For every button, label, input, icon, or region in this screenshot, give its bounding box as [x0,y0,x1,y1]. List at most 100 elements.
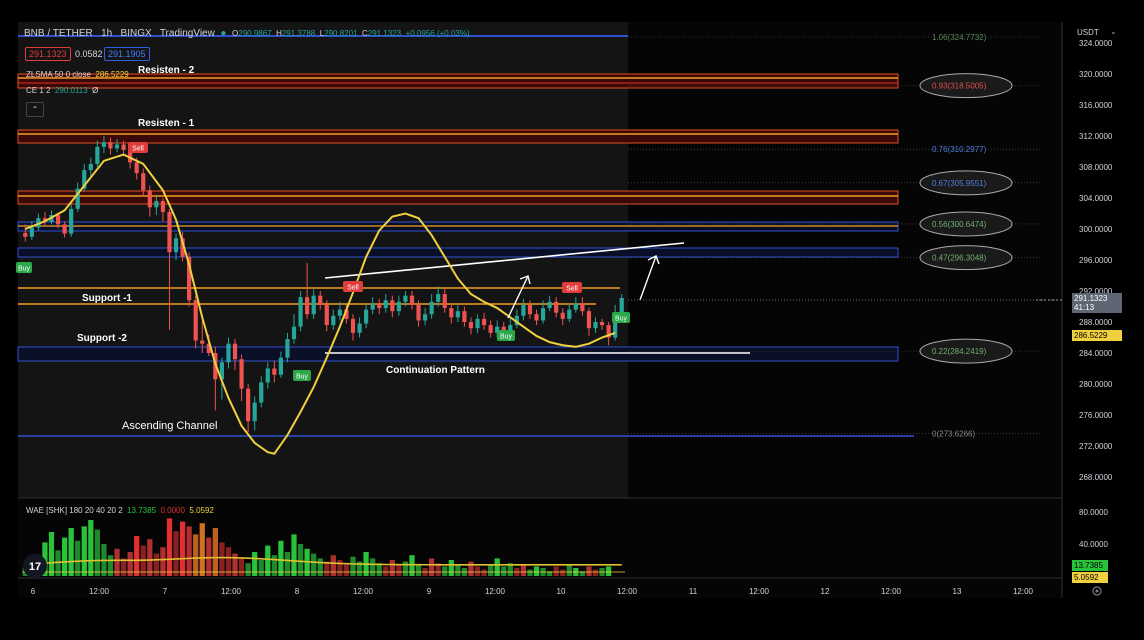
candle-body [357,323,362,333]
candle-body [265,368,270,383]
time-tick-label: 12:00 [485,587,506,596]
candle-body [114,144,120,149]
candle-body [95,146,100,164]
wae-bar [153,553,159,576]
sell-marker: Sell [562,282,582,293]
fib-level-label: 0.56(300.6474) [932,220,987,229]
open-value: 290.9867 [238,29,272,38]
wae-bar [252,552,258,576]
wae-bar [586,566,592,576]
wae-bar [330,555,336,576]
symbol-title[interactable]: BNB / TETHER [24,28,93,39]
wae-bar [520,564,527,576]
candle-body [580,303,585,312]
buy-price-box[interactable]: 291.1905 [104,47,150,61]
time-tick-label: 12:00 [353,587,374,596]
wae-bar [566,564,572,576]
wae-bar [448,560,454,576]
wae-tag-2: 5.0592 [1072,572,1108,583]
time-tick-label: 12:00 [1013,587,1034,596]
candle-body [160,201,166,212]
candle-body [449,308,454,318]
candle-body [390,300,395,312]
sell-marker: Sell [343,281,363,292]
candle-body [324,304,329,326]
price-tick-label: 312.0000 [1079,132,1113,141]
fib-level-label: 0.76(310.2977) [932,145,987,154]
wae-bar [291,534,297,576]
candle-body [108,142,113,149]
candle-body [586,311,592,329]
ascending-label: Ascending Channel [122,420,217,432]
candle-body [278,357,283,375]
currency-label[interactable]: USDT [1077,28,1099,37]
wae-bar [245,563,251,576]
sell-price-box[interactable]: 291.1323 [25,47,71,61]
wae-bar [68,528,74,576]
buy-marker: Buy [293,370,311,381]
price-tick-label: 300.0000 [1079,225,1113,234]
buy-marker: Buy [497,330,515,341]
wae-bar [147,539,153,576]
wae-bar [238,558,245,576]
low-value: 290.8201 [324,29,358,38]
wae-bar [474,566,481,576]
candle-body [599,322,605,326]
wae-legend[interactable]: WAE [SHK] 180 20 40 20 2 13.7385 0.0000 … [26,506,214,515]
wae-bar [134,536,140,576]
zlsma-legend-label: ZLSMA 50 0 close [26,70,91,79]
time-tick-label: 9 [427,587,432,596]
wae-bar [350,556,356,576]
candle-body [331,315,336,326]
buy-marker: Buy [612,312,630,323]
blue-zone-2 [17,247,899,258]
wae-bar [383,566,389,576]
candle-body [232,343,238,360]
price-tick-label: 324.0000 [1079,39,1113,48]
candle-body [422,314,428,321]
candle-body [305,297,310,315]
tradingview-logo-icon[interactable]: 17 [23,554,47,578]
candle-body [167,211,172,253]
collapse-legend-button[interactable]: ⌃ [26,102,44,117]
wae-bar [527,569,533,576]
zlsma-price-tag: 286.5229 [1072,330,1122,341]
wae-bar [206,537,212,576]
time-tick-label: 12 [821,587,830,596]
wae-tag-1: 13.7385 [1072,560,1108,571]
candle-body [259,382,264,403]
candle-body [619,297,624,313]
candle-body [462,311,467,322]
price-tick-label: 284.0000 [1079,349,1113,358]
wae-bar [370,558,376,576]
candle-body [383,300,388,309]
interval[interactable]: 1h [101,28,112,39]
wae-bar [193,534,199,576]
wae-bar [560,569,566,576]
time-tick-label: 12:00 [881,587,902,596]
candle-body [252,402,257,422]
candle-body [416,304,421,321]
wae-legend-label: WAE [SHK] 180 20 40 20 2 [26,506,123,515]
chart-canvas[interactable]: 1.06(324.7732) 0.93(318.5005) 0.76(310.297… [0,0,1144,640]
currency-dropdown-icon[interactable]: ⌄ [1110,27,1117,36]
candle-body [134,162,139,174]
price-tick-label: 276.0000 [1079,411,1113,420]
candle-body [239,359,244,389]
zlsma-legend[interactable]: ZLSMA 50 0 close 286.5229 [26,70,129,79]
candle-body [193,300,198,341]
wae-bar [389,560,395,576]
candle-body [573,303,578,310]
candle-body [141,173,146,191]
time-tick-label: 8 [295,587,300,596]
candle-body [55,215,61,225]
resistance1-zone [17,129,899,144]
resisten1-label: Resisten - 1 [138,118,195,129]
candle-body [147,190,152,208]
support1-label: Support -1 [82,293,132,304]
sell-marker-label: Sell [566,286,578,293]
candle-body [442,294,447,309]
wae-bar [324,561,330,576]
ce-legend[interactable]: CE 1 2 290.0113 Ø [26,86,98,95]
wae-bar [605,566,612,576]
